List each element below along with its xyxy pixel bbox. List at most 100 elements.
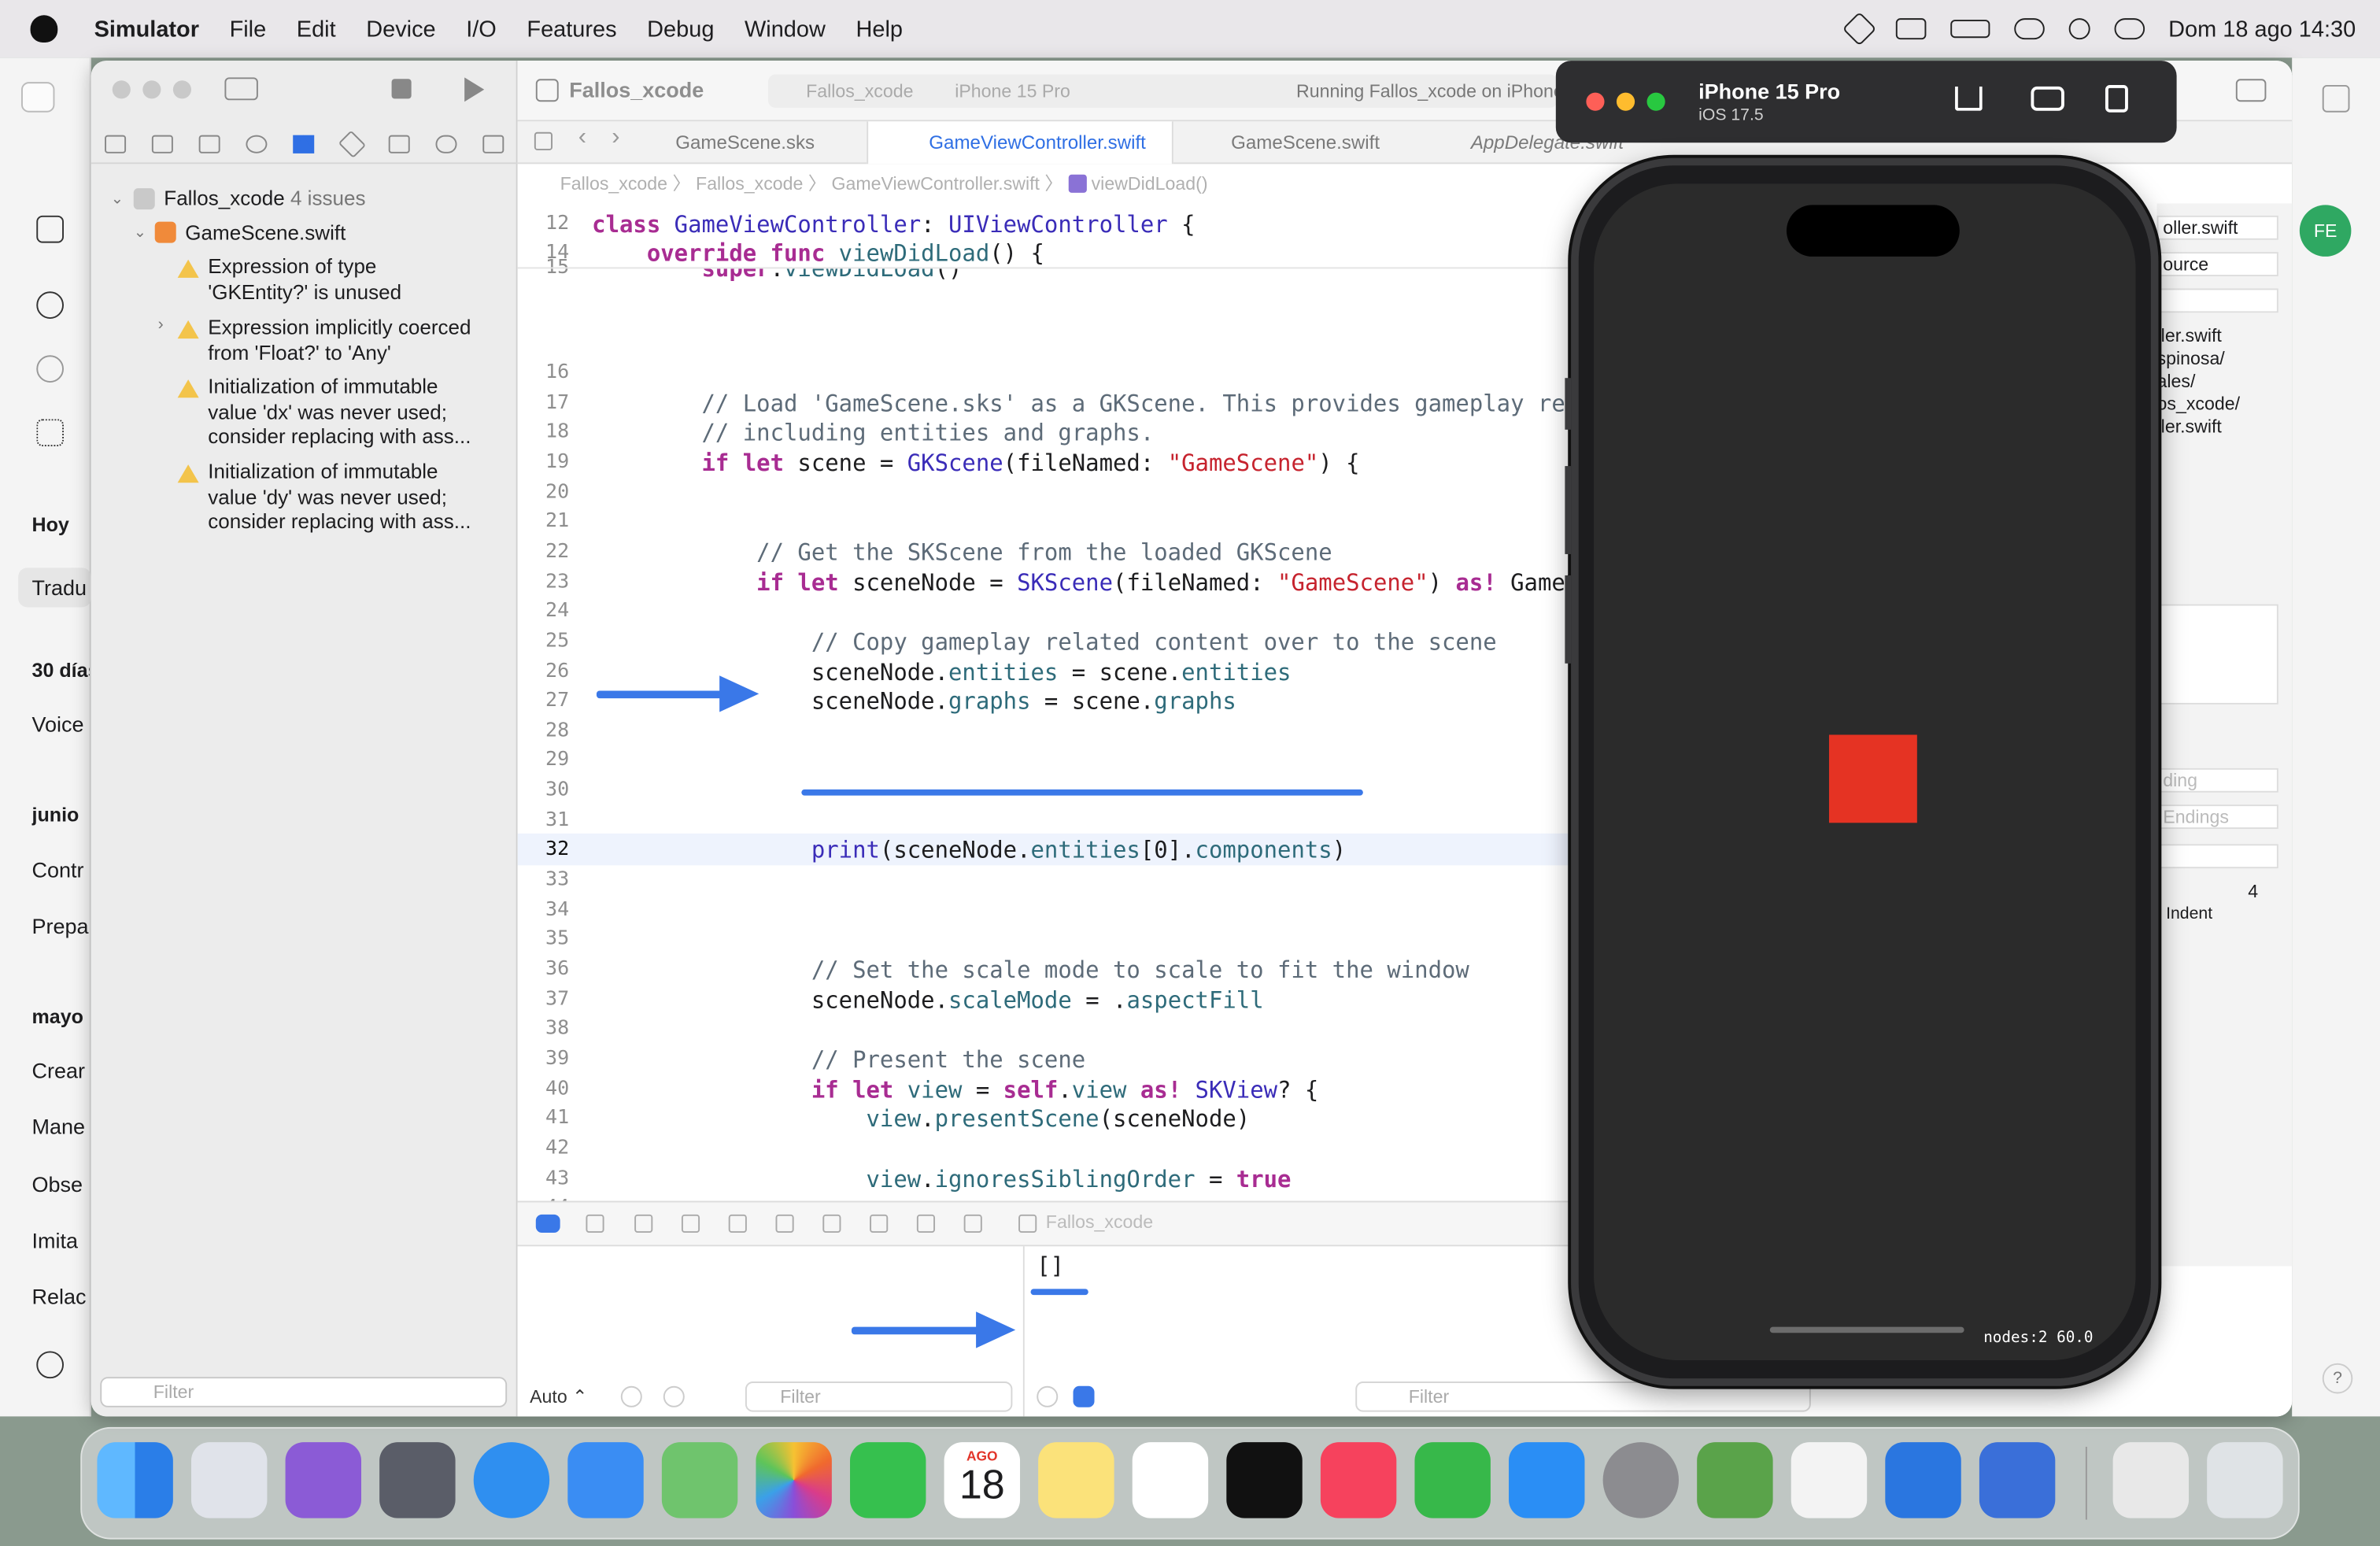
issue-item[interactable]: Initialization of immutable value 'dy' w…: [208, 460, 471, 534]
project-title[interactable]: Fallos_xcode: [569, 77, 704, 102]
issue-item[interactable]: Expression implicitly coerced from 'Floa…: [208, 316, 471, 366]
inspector-toggle-icon[interactable]: [2235, 79, 2267, 102]
rotate-icon[interactable]: [2105, 85, 2128, 113]
sim-close-button[interactable]: [1586, 92, 1605, 111]
apple-tv-icon[interactable]: [1226, 1442, 1303, 1518]
chevron-down-icon[interactable]: ⌄: [111, 191, 124, 208]
info-icon[interactable]: [663, 1385, 685, 1407]
maps-icon[interactable]: [661, 1442, 738, 1518]
screenshot-icon[interactable]: [2031, 86, 2064, 111]
report-icon[interactable]: [482, 134, 504, 153]
screen-mirroring-icon[interactable]: [2013, 18, 2045, 40]
shortcuts-icon[interactable]: [285, 1442, 362, 1518]
menu-help[interactable]: Help: [841, 16, 918, 42]
notes-icon[interactable]: [1038, 1442, 1114, 1518]
facetime-icon[interactable]: [850, 1442, 926, 1518]
control-center-icon[interactable]: [2113, 18, 2145, 40]
simulator-icon[interactable]: [1979, 1442, 2056, 1518]
menu-file[interactable]: File: [214, 16, 281, 42]
help-icon[interactable]: ?: [2322, 1363, 2353, 1394]
textedit-icon[interactable]: [1791, 1442, 1868, 1518]
step-into-icon[interactable]: [681, 1214, 700, 1233]
gpts-icon[interactable]: [36, 419, 65, 447]
settings-icon[interactable]: [36, 1351, 65, 1379]
bookmark-icon[interactable]: [198, 134, 220, 153]
minimize-button[interactable]: [142, 80, 161, 99]
chat-item[interactable]: Obse: [32, 1172, 90, 1196]
music-icon[interactable]: [1320, 1442, 1397, 1518]
sidebar-toggle-icon[interactable]: [224, 77, 258, 101]
mail-icon[interactable]: [567, 1442, 644, 1518]
menu-app[interactable]: Simulator: [82, 16, 214, 42]
menu-debug[interactable]: Debug: [632, 16, 730, 42]
back-icon[interactable]: ‹: [578, 124, 586, 152]
test-icon[interactable]: [338, 129, 366, 157]
environment-icon[interactable]: [870, 1214, 889, 1233]
chatgpt-icon[interactable]: [36, 291, 65, 320]
chat-item[interactable]: Voice: [32, 712, 90, 737]
apple-icon[interactable]: [30, 15, 58, 43]
close-button[interactable]: [112, 80, 131, 99]
folder-icon[interactable]: [104, 134, 126, 153]
app-store-icon[interactable]: [1509, 1442, 1585, 1518]
grid-icon[interactable]: [534, 131, 553, 150]
issue-file[interactable]: GameScene.swift: [185, 222, 346, 247]
display-icon[interactable]: [1895, 18, 1926, 40]
trash-icon[interactable]: [2207, 1442, 2283, 1518]
search-icon[interactable]: [2068, 18, 2090, 40]
system-settings-icon[interactable]: [1602, 1442, 1680, 1518]
target-membership[interactable]: [2156, 604, 2278, 705]
zoom-button[interactable]: [172, 80, 192, 99]
swift-playgrounds-icon[interactable]: [1697, 1442, 1773, 1518]
tab-gameviewcontroller[interactable]: GameViewController.swift: [867, 121, 1173, 165]
chevron-down-icon[interactable]: ⌄: [134, 224, 146, 241]
issue-item[interactable]: Expression of type 'GKEntity?' is unused: [208, 255, 401, 305]
text-encoding-select[interactable]: ding: [2156, 767, 2278, 793]
menu-window[interactable]: Window: [730, 16, 841, 42]
chat-item[interactable]: Relac: [32, 1285, 90, 1309]
eye-icon[interactable]: [620, 1385, 642, 1407]
indent-width[interactable]: 4: [2248, 881, 2258, 902]
variables-mode-select[interactable]: Auto ⌃: [530, 1377, 587, 1416]
issue-item[interactable]: Initialization of immutable value 'dx' w…: [208, 375, 471, 449]
xcode-icon[interactable]: [1885, 1442, 1961, 1518]
downloads-icon[interactable]: [2112, 1442, 2190, 1518]
chat-item[interactable]: Contr: [32, 858, 90, 882]
navigator-filter-input[interactable]: Filter: [100, 1377, 508, 1407]
variables-filter-input[interactable]: Filter: [745, 1381, 1013, 1412]
chat-item[interactable]: Mane: [32, 1115, 90, 1139]
breadcrumb-item[interactable]: GameViewController.swift: [831, 173, 1040, 194]
tab-gamescene-swift[interactable]: GameScene.swift: [1210, 121, 1401, 164]
sim-zoom-button[interactable]: [1646, 92, 1665, 111]
step-over-icon[interactable]: [634, 1214, 653, 1233]
home-icon[interactable]: [1955, 86, 1983, 111]
file-type-select[interactable]: ource: [2156, 252, 2278, 277]
breadcrumb-item[interactable]: viewDidLoad(): [1092, 173, 1208, 194]
home-indicator[interactable]: [1769, 1326, 1964, 1333]
run-icon[interactable]: [464, 77, 485, 102]
safari-icon[interactable]: [473, 1442, 550, 1518]
chat-item[interactable]: Imita: [32, 1228, 90, 1252]
shortcuts-gray-icon[interactable]: [379, 1442, 456, 1518]
file-name-field[interactable]: oller.swift: [2156, 215, 2278, 240]
view-hierarchy-icon[interactable]: [775, 1214, 794, 1233]
stop-icon[interactable]: [391, 79, 412, 99]
hide-debug-icon[interactable]: [535, 1214, 560, 1233]
device-screen[interactable]: nodes:2 60.0: [1594, 183, 2136, 1361]
forward-icon[interactable]: ›: [612, 124, 619, 152]
location-select[interactable]: [2156, 288, 2278, 313]
metal-icon[interactable]: [963, 1214, 982, 1233]
indent-using-select[interactable]: [2156, 844, 2278, 869]
project-root-row[interactable]: Fallos_xcode 4 issues: [164, 187, 365, 212]
breadcrumb-item[interactable]: Fallos_xcode: [560, 173, 667, 194]
memory-graph-icon[interactable]: [822, 1214, 841, 1233]
chat-item[interactable]: Tradu: [18, 568, 91, 608]
breakpoint-icon[interactable]: [435, 134, 457, 153]
issue-navigator-icon[interactable]: [294, 134, 316, 153]
sidebar-toggle-icon[interactable]: [36, 215, 65, 243]
chat-item[interactable]: Crear: [32, 1058, 90, 1082]
photos-icon[interactable]: [756, 1442, 832, 1518]
pause-icon[interactable]: [586, 1214, 604, 1233]
debug-icon[interactable]: [388, 134, 410, 153]
finder-icon[interactable]: [97, 1442, 173, 1518]
